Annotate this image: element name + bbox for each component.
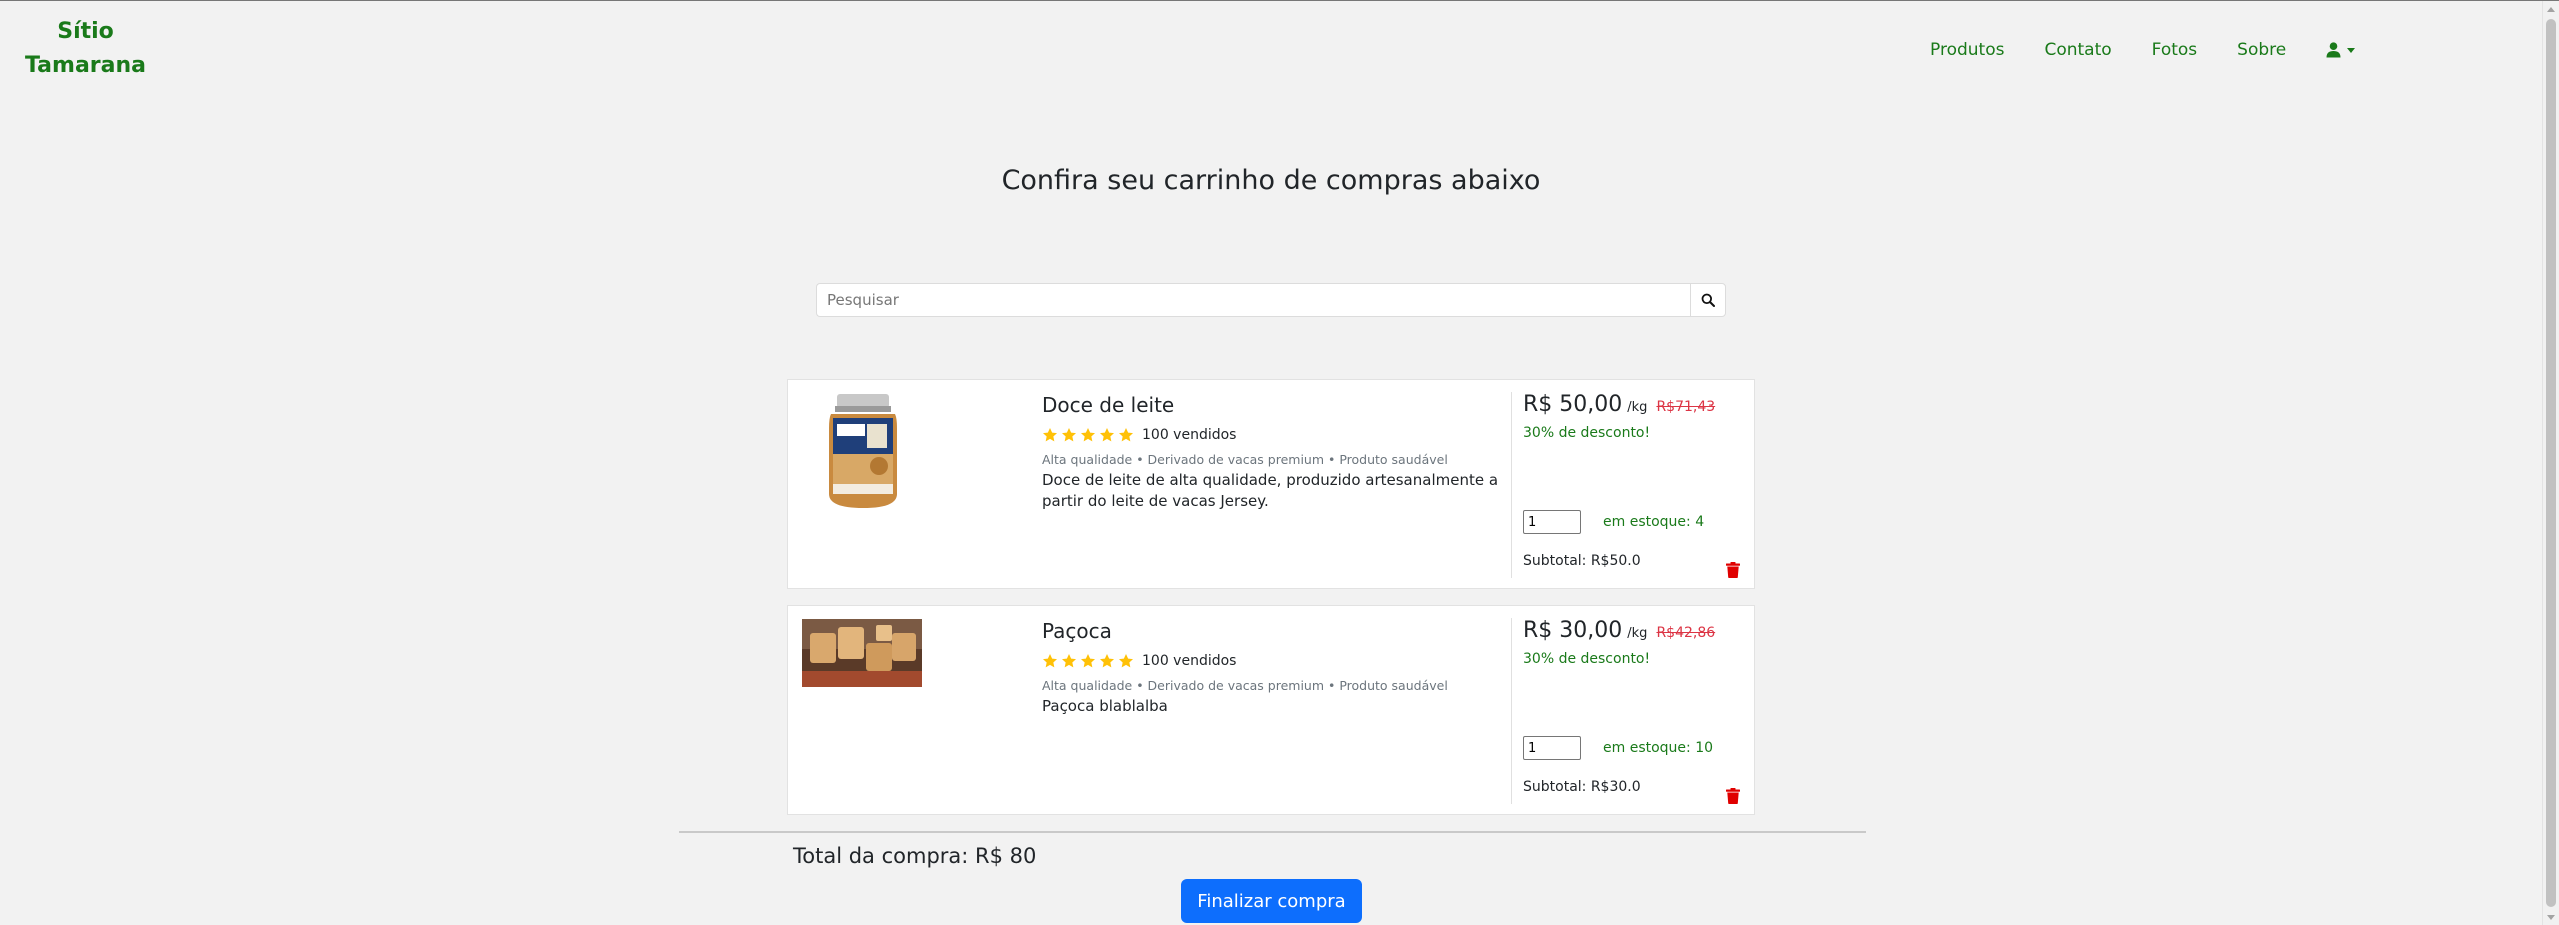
sold-count: 100 vendidos [1142, 653, 1237, 669]
page-title: Confira seu carrinho de compras abaixo [1001, 165, 1541, 196]
brand-logo[interactable]: Sítio Tamarana [18, 15, 153, 83]
product-price: R$ 50,00 [1523, 392, 1623, 417]
star-rating [1042, 427, 1134, 443]
product-description: Paçoca blablalba [1042, 697, 1168, 715]
sold-count: 100 vendidos [1142, 427, 1237, 443]
product-rating: 100 vendidos [1042, 650, 1502, 672]
stock-label: em estoque: 4 [1603, 514, 1705, 530]
order-total: Total da compra: R$ 80 [793, 844, 1037, 868]
stock-label: em estoque: 10 [1603, 740, 1714, 756]
nav-item-sobre[interactable]: Sobre [2237, 40, 2286, 60]
product-info: Doce de leite 100 vendidos Alta qualidad… [1042, 392, 1502, 512]
trash-icon[interactable] [1726, 788, 1740, 804]
nav-item-fotos[interactable]: Fotos [2152, 40, 2198, 60]
quantity-row: em estoque: 4 [1523, 510, 1704, 534]
product-image-pacoca [802, 619, 922, 687]
nav-item-produtos[interactable]: Produtos [1930, 40, 2004, 60]
star-icon [1081, 654, 1095, 668]
price-unit: /kg [1627, 626, 1648, 641]
main-nav: Produtos Contato Fotos Sobre [1930, 35, 2356, 65]
cart-item: Doce de leite 100 vendidos Alta qualidad… [787, 379, 1755, 589]
old-price: R$42,86 [1656, 625, 1716, 641]
discount-label: 30% de desconto! [1523, 425, 1651, 441]
star-icon [1062, 654, 1076, 668]
product-description: Doce de leite de alta qualidade, produzi… [1042, 471, 1499, 510]
scroll-down-arrow-icon[interactable] [2547, 915, 2555, 920]
product-rating: 100 vendidos [1042, 424, 1502, 446]
trash-icon[interactable] [1726, 562, 1740, 578]
subtotal: Subtotal: R$30.0 [1523, 779, 1641, 795]
product-pricing: R$ 30,00 /kg R$42,86 30% de desconto! em… [1523, 618, 1743, 795]
price-row: R$ 30,00 /kg R$42,86 [1523, 618, 1743, 643]
search-bar [816, 283, 1726, 317]
star-icon [1119, 654, 1133, 668]
subtotal: Subtotal: R$50.0 [1523, 553, 1641, 569]
discount-label: 30% de desconto! [1523, 651, 1651, 667]
product-tags: Alta qualidade • Derivado de vacas premi… [1042, 452, 1448, 467]
search-icon [1701, 293, 1715, 307]
divider-line [679, 831, 1866, 833]
divider [1511, 618, 1512, 804]
product-image-doce-de-leite [829, 394, 897, 508]
product-tags: Alta qualidade • Derivado de vacas premi… [1042, 678, 1448, 693]
star-icon [1081, 428, 1095, 442]
quantity-stepper[interactable] [1523, 736, 1581, 760]
star-icon [1100, 654, 1114, 668]
checkout-button[interactable]: Finalizar compra [1181, 879, 1362, 923]
star-icon [1062, 428, 1076, 442]
quantity-row: em estoque: 10 [1523, 736, 1713, 760]
price-unit: /kg [1627, 400, 1648, 415]
vertical-scrollbar[interactable] [2542, 1, 2559, 925]
brand-line-1: Sítio [57, 19, 114, 44]
chevron-down-icon [2347, 47, 2356, 53]
product-pricing: R$ 50,00 /kg R$71,43 30% de desconto! em… [1523, 392, 1743, 569]
old-price: R$71,43 [1656, 399, 1716, 415]
scrollbar-thumb[interactable] [2546, 19, 2556, 907]
scroll-up-arrow-icon[interactable] [2547, 7, 2555, 12]
nav-item-contato[interactable]: Contato [2044, 40, 2111, 60]
star-icon [1100, 428, 1114, 442]
product-name[interactable]: Paçoca [1042, 618, 1502, 644]
divider [1511, 392, 1512, 578]
search-input[interactable] [816, 283, 1690, 317]
star-icon [1043, 428, 1057, 442]
star-rating [1042, 653, 1134, 669]
product-name[interactable]: Doce de leite [1042, 392, 1502, 418]
product-price: R$ 30,00 [1523, 618, 1623, 643]
user-icon [2326, 42, 2341, 58]
product-info: Paçoca 100 vendidos Alta qualidade • Der… [1042, 618, 1502, 717]
brand-line-2: Tamarana [25, 53, 146, 78]
search-button[interactable] [1690, 283, 1726, 317]
star-icon [1119, 428, 1133, 442]
quantity-stepper[interactable] [1523, 510, 1581, 534]
cart-item: Paçoca 100 vendidos Alta qualidade • Der… [787, 605, 1755, 815]
price-row: R$ 50,00 /kg R$71,43 [1523, 392, 1743, 417]
page: Sítio Tamarana Produtos Contato Fotos So… [0, 0, 2559, 925]
star-icon [1043, 654, 1057, 668]
user-menu-toggle[interactable] [2326, 42, 2356, 58]
